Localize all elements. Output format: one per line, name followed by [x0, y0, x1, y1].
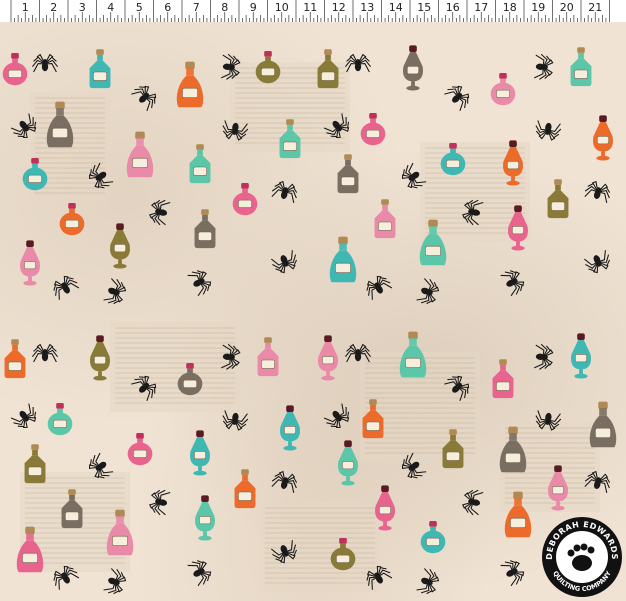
- ruler-mark: 9: [249, 1, 257, 14]
- fabric-print: [0, 22, 626, 601]
- ruler-mark: 3: [78, 1, 86, 14]
- ruler-mark: 11: [303, 1, 318, 14]
- potion-bottle: [420, 521, 446, 554]
- spider-icon: [187, 560, 212, 587]
- potion-bottle: [317, 49, 339, 89]
- ruler-mark: 1: [21, 1, 29, 14]
- spider-icon: [222, 410, 249, 431]
- potion-bottle: [337, 154, 359, 194]
- spider-icon: [584, 250, 611, 274]
- spider-icon: [366, 275, 393, 300]
- brand-logo: DEBORAH EDWARDS QUILTING COMPANY: [542, 517, 622, 597]
- potion-bottle: [593, 115, 613, 161]
- potion-bottle: [47, 403, 73, 436]
- ruler-mark: 17: [474, 1, 489, 14]
- spider-icon: [271, 470, 298, 493]
- spider-icon: [187, 270, 212, 297]
- potion-bottle: [399, 331, 427, 378]
- ruler-mark: 15: [417, 1, 432, 14]
- potion-bottle: [338, 440, 358, 486]
- potion-bottle: [176, 61, 204, 108]
- spider-icon: [416, 568, 440, 595]
- potion-bottle: [189, 144, 211, 184]
- potion-bottle: [2, 53, 28, 86]
- spider-icon: [323, 403, 350, 429]
- ruler-mark: 5: [135, 1, 143, 14]
- potion-bottle: [490, 73, 516, 106]
- potion-bottle: [570, 47, 592, 87]
- spider-icon: [149, 489, 171, 516]
- ruler-mark: 19: [531, 1, 546, 14]
- potion-bottle: [232, 183, 258, 216]
- spider-icon: [500, 270, 525, 297]
- newsprint-patch: [260, 502, 380, 592]
- measuring-ruler: 1 2 3 4 5 6 7 8 9 10 11 12 13 14 15 16 17 18 19 20 21: [0, 0, 626, 23]
- spider-icon: [103, 278, 127, 305]
- potion-bottle: [374, 199, 396, 239]
- potion-bottle: [59, 203, 85, 236]
- ruler-mark: 20: [559, 1, 574, 14]
- spider-icon: [533, 343, 554, 370]
- ruler-mark: 21: [588, 1, 603, 14]
- spider-icon: [462, 489, 484, 516]
- potion-bottle: [194, 209, 216, 249]
- potion-bottle: [403, 45, 423, 91]
- potion-bottle: [89, 49, 111, 89]
- potion-bottle: [20, 240, 40, 286]
- fabric-pattern-canvas: [2, 45, 617, 595]
- potion-bottle: [24, 444, 46, 484]
- spider-icon: [533, 53, 554, 80]
- spider-icon: [500, 560, 525, 587]
- ruler-mark: 12: [331, 1, 346, 14]
- ruler-mark: 2: [50, 1, 58, 14]
- spider-icon: [149, 199, 171, 226]
- potion-bottle: [127, 433, 153, 466]
- ruler-mark: 18: [502, 1, 517, 14]
- spider-icon: [53, 275, 80, 300]
- spider-icon: [131, 85, 157, 111]
- ruler-mark: 7: [192, 1, 200, 14]
- ruler-mark: 4: [107, 1, 115, 14]
- potion-bottle: [234, 469, 256, 509]
- ruler-mark: 13: [360, 1, 375, 14]
- potion-bottle: [190, 430, 210, 476]
- ruler-mark: 16: [445, 1, 460, 14]
- potion-bottle: [90, 335, 110, 381]
- ruler-mark: 10: [274, 1, 289, 14]
- potion-bottle: [492, 359, 514, 399]
- spider-icon: [271, 180, 298, 203]
- potion-bottle: [329, 236, 357, 283]
- ruler-mark: 8: [221, 1, 229, 14]
- potion-bottle: [589, 401, 617, 448]
- ruler-mark: 14: [388, 1, 403, 14]
- potion-bottle: [255, 51, 281, 84]
- spider-icon: [416, 278, 440, 305]
- potion-bottle: [257, 337, 279, 377]
- spider-icon: [10, 403, 37, 429]
- spider-icon: [444, 85, 470, 111]
- newsprint-patch: [110, 322, 240, 412]
- ruler-mark: 6: [164, 1, 172, 14]
- spider-icon: [31, 343, 59, 363]
- potion-bottle: [195, 495, 215, 541]
- spider-icon: [31, 53, 59, 73]
- potion-bottle: [110, 223, 130, 269]
- potion-bottle: [318, 335, 338, 381]
- potion-bottle: [280, 405, 300, 451]
- potion-bottle: [547, 179, 569, 219]
- potion-bottle: [571, 333, 591, 379]
- spider-icon: [584, 180, 611, 203]
- potion-bottle: [126, 131, 154, 178]
- spider-icon: [535, 120, 562, 141]
- spider-icon: [271, 250, 298, 274]
- potion-bottle: [360, 113, 386, 146]
- potion-bottle: [4, 339, 26, 379]
